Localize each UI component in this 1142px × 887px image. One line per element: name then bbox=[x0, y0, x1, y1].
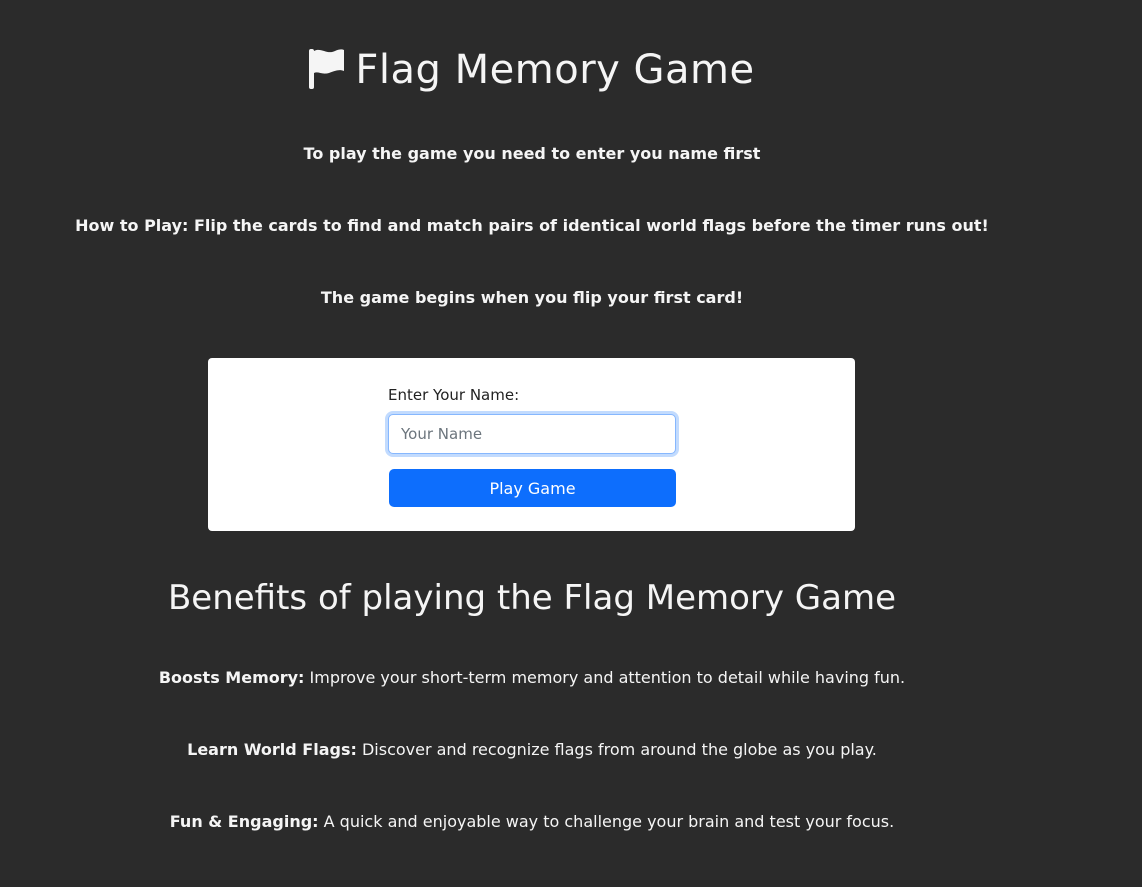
benefit-text: A quick and enjoyable way to challenge y… bbox=[318, 812, 895, 831]
benefit-heading: Learn World Flags: bbox=[187, 740, 357, 759]
flag-icon bbox=[309, 49, 345, 89]
benefit-item: Boosts Memory: Improve your short-term m… bbox=[0, 667, 1064, 689]
page: Flag Memory Game To play the game you ne… bbox=[0, 0, 1142, 887]
play-game-button[interactable]: Play Game bbox=[389, 469, 676, 507]
intro-name-instruction: To play the game you need to enter you n… bbox=[303, 144, 761, 163]
name-input[interactable] bbox=[388, 414, 676, 454]
benefit-item: Learn World Flags: Discover and recogniz… bbox=[0, 739, 1064, 761]
benefit-text: Discover and recognize flags from around… bbox=[356, 740, 877, 759]
benefit-heading: Fun & Engaging: bbox=[169, 812, 319, 831]
benefit-item: Fun & Engaging: A quick and enjoyable wa… bbox=[0, 811, 1064, 833]
intro-how-to-play: How to Play: Flip the cards to find and … bbox=[75, 216, 989, 235]
benefit-heading: Boosts Memory: bbox=[158, 668, 305, 687]
benefit-text: Improve your short-term memory and atten… bbox=[304, 668, 906, 687]
name-field-label: Enter Your Name: bbox=[388, 386, 520, 404]
page-title: Flag Memory Game bbox=[0, 44, 1064, 96]
intro-game-start: The game begins when you flip your first… bbox=[320, 288, 744, 307]
page-title-text: Flag Memory Game bbox=[355, 47, 755, 93]
name-form-card: Enter Your Name: Play Game bbox=[208, 358, 855, 531]
benefits-title: Benefits of playing the Flag Memory Game bbox=[167, 578, 897, 618]
